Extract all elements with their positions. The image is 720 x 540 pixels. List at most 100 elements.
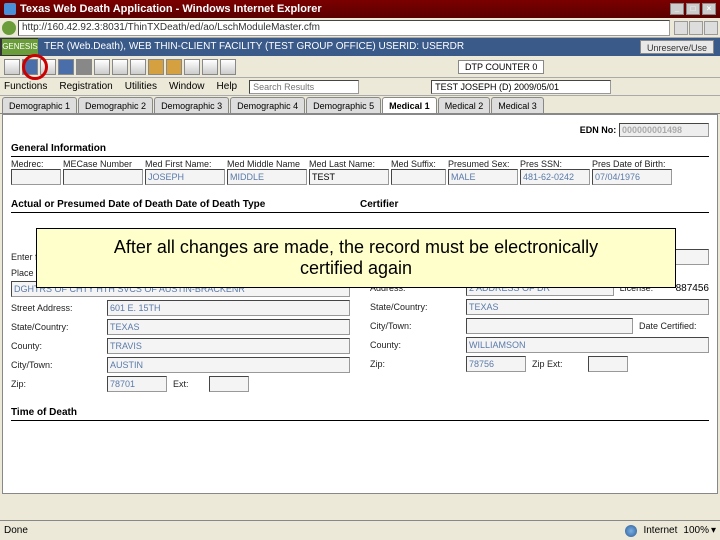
window-titlebar: Texas Web Death Application - Windows In… [0,0,720,18]
tab-demo1[interactable]: Demographic 1 [2,97,77,113]
tool-btn-1[interactable] [4,59,20,75]
url-input[interactable]: http://160.42.92.3:8031/ThinTXDeath/ed/a… [18,20,670,36]
ext-label: Ext: [173,379,203,389]
minimize-button[interactable]: _ [670,3,684,15]
menu-window[interactable]: Window [169,81,205,92]
cert-state-input[interactable]: TEXAS [466,299,709,315]
sex-label: Presumed Sex: [448,159,518,169]
zip-input[interactable]: 78701 [107,376,167,392]
county-label: County: [11,341,101,351]
facility-banner: TER (Web.Death), WEB THIN-CLIENT FACILIT… [38,38,720,56]
tool-btn-9[interactable] [148,59,164,75]
cert-city-label: City/Town: [370,321,460,331]
tab-med2[interactable]: Medical 2 [438,97,491,113]
cert-county-label: County: [370,340,460,350]
medrec-input[interactable] [11,169,61,185]
state-input[interactable]: TEXAS [107,319,350,335]
ssn-label: Pres SSN: [520,159,590,169]
medrec-label: Medrec: [11,159,61,169]
ext-input[interactable] [209,376,249,392]
unreserve-button[interactable]: Unreserve/Use [640,40,714,54]
tool-btn-10[interactable] [166,59,182,75]
general-row: Medrec: MECase Number Med First Name: JO… [11,159,709,185]
tab-demo3[interactable]: Demographic 3 [154,97,229,113]
reload-icon[interactable] [2,21,16,35]
tool-btn-12[interactable] [202,59,218,75]
print-button[interactable] [76,59,92,75]
mecase-input[interactable] [63,169,143,185]
tool-btn-3[interactable] [40,59,56,75]
zip-label: Zip: [11,379,101,389]
menubar: Functions Registration Utilities Window … [0,78,720,96]
menu-help[interactable]: Help [217,81,238,92]
tool-btn-8[interactable] [130,59,146,75]
dtp-counter: DTP COUNTER 0 [458,60,544,74]
app-header: GENESIS TER (Web.Death), WEB THIN-CLIENT… [0,38,720,56]
city-input[interactable]: AUSTIN [107,357,350,373]
street-input[interactable]: 601 E. 15TH [107,300,350,316]
status-bar: Done Internet 100% ▾ [0,520,720,540]
ssn-input[interactable]: 481-62-0242 [520,169,590,185]
suffix-input[interactable] [391,169,446,185]
patient-input[interactable] [431,80,611,94]
lic-value: 887456 [676,283,709,294]
tool-btn-11[interactable] [184,59,200,75]
dob-label: Pres Date of Birth: [592,159,672,169]
death-header-left: Actual or Presumed Date of Death Date of… [11,199,360,210]
edn-value: 000000001498 [619,123,709,137]
cert-state-label: State/Country: [370,302,460,312]
tab-demo5[interactable]: Demographic 5 [306,97,381,113]
tool-btn-7[interactable] [112,59,128,75]
ie-icon [4,3,16,15]
menu-functions[interactable]: Functions [4,81,47,92]
time-section: Time of Death [11,405,709,421]
cert-city-input[interactable] [466,318,633,334]
dob-input[interactable]: 07/04/1976 [592,169,672,185]
death-header: Actual or Presumed Date of Death Date of… [11,197,709,213]
status-zone: Internet [643,525,677,536]
first-input[interactable]: JOSEPH [145,169,225,185]
genesis-logo: GENESIS [2,39,38,55]
save-button[interactable] [22,59,38,75]
cert-zipext-input[interactable] [588,356,628,372]
tab-med3[interactable]: Medical 3 [491,97,544,113]
close-button[interactable]: × [702,3,716,15]
addr-button-3[interactable] [704,21,718,35]
cert-zip-label: Zip: [370,359,460,369]
maximize-button[interactable]: □ [686,3,700,15]
sex-input[interactable]: MALE [448,169,518,185]
mecase-label: MECase Number [63,159,143,169]
tool-btn-13[interactable] [220,59,236,75]
general-header: General Information EDN No: 000000001498 [11,141,709,157]
last-label: Med Last Name: [309,159,389,169]
window-title: Texas Web Death Application - Windows In… [20,3,322,15]
tool-btn-6[interactable] [94,59,110,75]
tab-demo4[interactable]: Demographic 4 [230,97,305,113]
addr-button-1[interactable] [674,21,688,35]
zoom-value: 100% [683,525,709,536]
menu-registration[interactable]: Registration [59,81,112,92]
cert-county-input[interactable]: WILLIAMSON [466,337,709,353]
dtp-label: DTP COUNTER [465,62,530,72]
zoom-control[interactable]: 100% ▾ [683,525,716,536]
county-input[interactable]: TRAVIS [107,338,350,354]
tool-btn-4[interactable] [58,59,74,75]
callout-line1: After all changes are made, the record m… [114,237,598,257]
facility-text: TER (Web.Death), WEB THIN-CLIENT FACILIT… [44,41,464,52]
toolbar: DTP COUNTER 0 [0,56,720,78]
address-bar: http://160.42.92.3:8031/ThinTXDeath/ed/a… [0,18,720,38]
first-label: Med First Name: [145,159,225,169]
cert-zip-input[interactable]: 78756 [466,356,526,372]
menu-utilities[interactable]: Utilities [125,81,157,92]
tab-demo2[interactable]: Demographic 2 [78,97,153,113]
callout-line2: certified again [300,258,412,278]
addr-button-2[interactable] [689,21,703,35]
search-input[interactable] [249,80,359,94]
general-header-text: General Information [11,143,106,154]
tab-med1[interactable]: Medical 1 [382,97,437,113]
content-panel: General Information EDN No: 000000001498… [2,114,718,494]
middle-input[interactable]: MIDDLE [227,169,307,185]
state-label: State/Country: [11,322,101,332]
cert-zipext-label: Zip Ext: [532,359,582,369]
last-input[interactable]: TEST [309,169,389,185]
